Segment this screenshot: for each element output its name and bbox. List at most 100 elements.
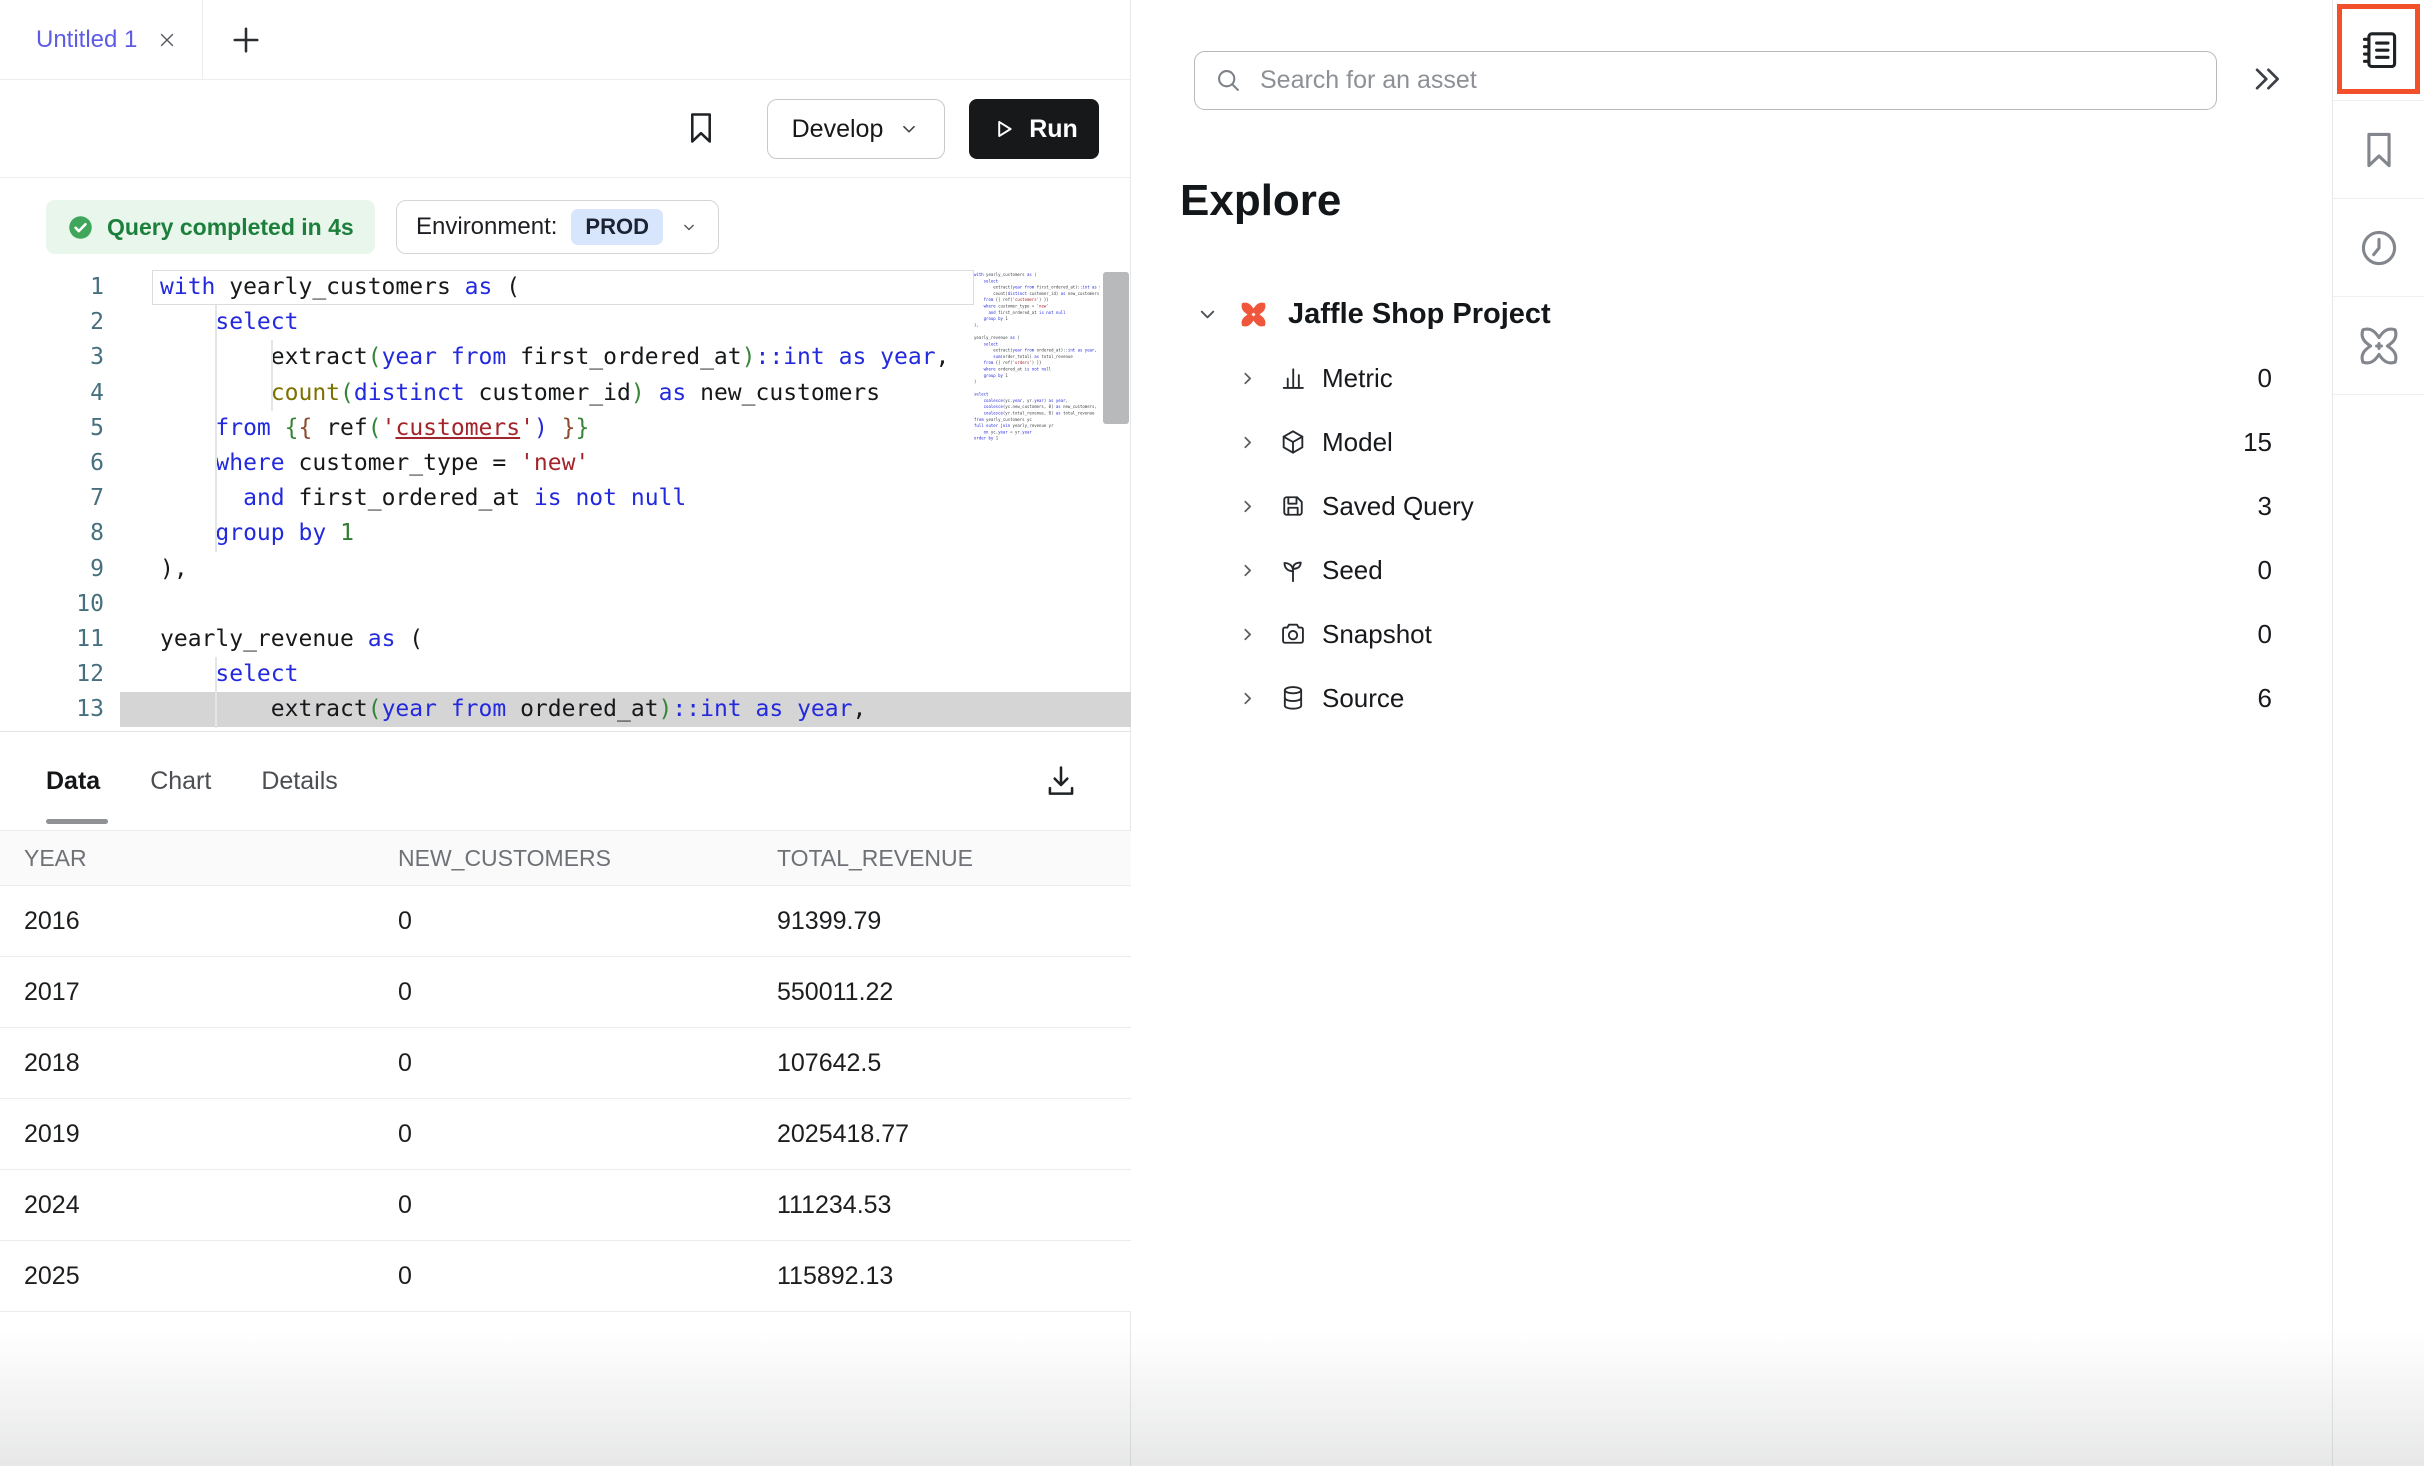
code-line[interactable]: 10 bbox=[0, 587, 1131, 622]
chevron-down-icon[interactable] bbox=[1196, 303, 1219, 326]
editor-scrollbar[interactable] bbox=[1103, 272, 1129, 424]
code-line[interactable]: 13 extract(year from ordered_at)::int as… bbox=[0, 692, 1131, 727]
code-line[interactable]: 12 select bbox=[0, 657, 1131, 692]
notebook-icon bbox=[2357, 28, 2401, 72]
table-cell: 550011.22 bbox=[777, 978, 1131, 1007]
chevron-right-icon[interactable] bbox=[1237, 624, 1258, 645]
code-text: select bbox=[160, 305, 298, 340]
tree-item-saved-query[interactable]: Saved Query3 bbox=[1132, 474, 2332, 538]
sprout-icon bbox=[1279, 556, 1307, 584]
tree-item-metric[interactable]: Metric 0 bbox=[1132, 346, 2332, 410]
table-row: 20180107642.5 bbox=[0, 1028, 1131, 1099]
code-text: count(distinct customer_id) as new_custo… bbox=[160, 376, 880, 411]
tree-item-count: 3 bbox=[2258, 491, 2272, 522]
code-editor[interactable]: 1with yearly_customers as (2 select3 ext… bbox=[0, 270, 1131, 731]
editor-panel: Untitled 1 Develop bbox=[0, 0, 1131, 1466]
search-input[interactable] bbox=[1258, 65, 2197, 96]
chevron-right-icon[interactable] bbox=[1237, 688, 1258, 709]
code-line[interactable]: 4 count(distinct customer_id) as new_cus… bbox=[0, 376, 1131, 411]
code-line[interactable]: 5 from {{ ref('customers') }} bbox=[0, 411, 1131, 446]
explore-tree: Jaffle Shop Project Metric 0 Model 15 Saved … bbox=[1132, 282, 2332, 730]
explore-panel: Explore Jaffle Shop Project Metric 0 Model… bbox=[1132, 0, 2332, 1466]
tree-item-snapshot[interactable]: Snapshot 0 bbox=[1132, 602, 2332, 666]
minimap[interactable]: with yearly_customers as ( select extrac… bbox=[974, 272, 1100, 731]
indent-guide bbox=[215, 305, 217, 551]
dbt-logo-icon bbox=[1238, 299, 1269, 330]
chevron-right-icon[interactable] bbox=[1237, 496, 1258, 517]
double-chevron-right-icon[interactable] bbox=[2250, 62, 2284, 96]
chevron-right-icon[interactable] bbox=[1237, 560, 1258, 581]
code-line[interactable]: 1with yearly_customers as ( bbox=[0, 270, 1131, 305]
rail-button-notebook[interactable] bbox=[2333, 0, 2424, 101]
rail-button-clock[interactable] bbox=[2333, 199, 2424, 297]
code-text: from {{ ref('customers') }} bbox=[160, 411, 589, 446]
database-icon bbox=[1279, 684, 1307, 712]
code-line[interactable]: 8 group by 1 bbox=[0, 516, 1131, 551]
rail-button-bookmark[interactable] bbox=[2333, 101, 2424, 199]
table-cell: 91399.79 bbox=[777, 907, 1131, 936]
line-number: 6 bbox=[0, 446, 104, 481]
explore-title: Explore bbox=[1180, 176, 1341, 226]
close-icon[interactable] bbox=[156, 29, 178, 51]
tree-item-source[interactable]: Source6 bbox=[1132, 666, 2332, 730]
download-icon[interactable] bbox=[1042, 762, 1080, 800]
line-number: 2 bbox=[0, 305, 104, 340]
bookmark-icon bbox=[2357, 128, 2401, 172]
code-line[interactable]: 6 where customer_type = 'new' bbox=[0, 446, 1131, 481]
line-number: 13 bbox=[0, 692, 104, 727]
table-cell: 0 bbox=[398, 978, 777, 1007]
dbt-logo-icon bbox=[2357, 324, 2401, 368]
chevron-down-icon bbox=[898, 118, 920, 140]
asset-search[interactable] bbox=[1194, 51, 2217, 110]
table-cell: 2018 bbox=[24, 1049, 398, 1078]
save-icon bbox=[1279, 492, 1307, 520]
new-tab-button[interactable] bbox=[228, 22, 264, 58]
tree-item-count: 6 bbox=[2258, 683, 2272, 714]
tree-item-count: 0 bbox=[2258, 363, 2272, 394]
code-line[interactable]: 3 extract(year from first_ordered_at)::i… bbox=[0, 340, 1131, 375]
tree-item-label: Snapshot bbox=[1322, 619, 1432, 650]
develop-dropdown[interactable]: Develop bbox=[767, 99, 945, 159]
play-icon bbox=[990, 116, 1016, 142]
line-number: 11 bbox=[0, 622, 104, 657]
app-window: Untitled 1 Develop bbox=[0, 0, 2424, 1466]
bookmark-icon[interactable] bbox=[682, 108, 720, 148]
code-line[interactable]: 11 yearly_revenue as ( bbox=[0, 622, 1131, 657]
code-text: yearly_revenue as ( bbox=[160, 622, 423, 657]
table-row: 201902025418.77 bbox=[0, 1099, 1131, 1170]
line-number: 1 bbox=[0, 270, 104, 305]
code-line[interactable]: 7 and first_ordered_at is not null bbox=[0, 481, 1131, 516]
run-button[interactable]: Run bbox=[969, 99, 1099, 159]
tab-untitled-1[interactable]: Untitled 1 bbox=[0, 0, 203, 79]
tab-data[interactable]: Data bbox=[46, 767, 100, 796]
environment-select[interactable]: Environment: PROD bbox=[396, 200, 719, 254]
table-cell: 111234.53 bbox=[777, 1191, 1131, 1220]
tree-item-seed[interactable]: Seed0 bbox=[1132, 538, 2332, 602]
active-tab-indicator bbox=[46, 819, 108, 824]
line-number: 5 bbox=[0, 411, 104, 446]
query-status-badge: Query completed in 4s bbox=[46, 200, 375, 254]
line-number: 9 bbox=[0, 552, 104, 587]
table-cell: 0 bbox=[398, 1049, 777, 1078]
tree-item-count: 0 bbox=[2258, 619, 2272, 650]
tree-item-label: Model bbox=[1322, 427, 1393, 458]
tree-item-count: 0 bbox=[2258, 555, 2272, 586]
line-number: 8 bbox=[0, 516, 104, 551]
tree-project-row[interactable]: Jaffle Shop Project bbox=[1132, 282, 2332, 346]
column-header: NEW_CUSTOMERS bbox=[398, 845, 777, 872]
tab-details[interactable]: Details bbox=[261, 767, 337, 796]
table-cell: 0 bbox=[398, 907, 777, 936]
chevron-right-icon[interactable] bbox=[1237, 368, 1258, 389]
rail-button-dbt-logo[interactable] bbox=[2333, 297, 2424, 395]
table-cell: 107642.5 bbox=[777, 1049, 1131, 1078]
tab-chart[interactable]: Chart bbox=[150, 767, 211, 796]
chevron-right-icon[interactable] bbox=[1237, 432, 1258, 453]
tree-item-label: Metric bbox=[1322, 363, 1393, 394]
code-line[interactable]: 2 select bbox=[0, 305, 1131, 340]
tree-item-count: 15 bbox=[2243, 427, 2272, 458]
line-number: 7 bbox=[0, 481, 104, 516]
table-cell: 0 bbox=[398, 1191, 777, 1220]
bar-chart-icon bbox=[1279, 364, 1307, 392]
code-line[interactable]: 9), bbox=[0, 552, 1131, 587]
tree-item-model[interactable]: Model 15 bbox=[1132, 410, 2332, 474]
